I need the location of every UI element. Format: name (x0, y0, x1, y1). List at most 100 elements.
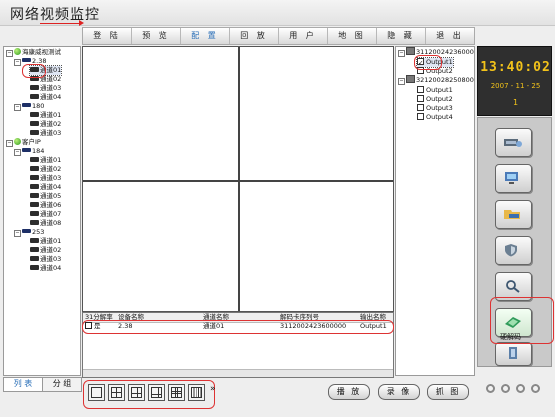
device-manage-button[interactable] (495, 128, 532, 157)
video-grid[interactable] (82, 46, 394, 312)
tree-device-node[interactable]: 184 (22, 147, 44, 156)
tree-channel-node[interactable]: 通道03 (30, 174, 61, 183)
camera-icon (30, 156, 39, 162)
checkbox[interactable] (417, 112, 424, 120)
tree-channel-node[interactable]: 通道04 (30, 93, 61, 102)
layout-16-button[interactable] (188, 384, 205, 401)
drag-arrow (40, 20, 84, 26)
layout-2x2-button[interactable] (108, 384, 125, 401)
tree-channel-node[interactable]: 通道03 (30, 129, 61, 138)
security-settings-button[interactable] (495, 236, 532, 265)
checkbox[interactable] (417, 103, 424, 111)
tab-group[interactable]: 分 组 (42, 377, 82, 392)
collapse-toggle[interactable]: − (14, 59, 21, 66)
camera-icon (30, 201, 39, 207)
menu-hide[interactable]: 隐 藏 (377, 28, 426, 44)
camera-icon (30, 111, 39, 117)
tree-tabs: 列 表 分 组 (3, 377, 82, 392)
more-layouts-button[interactable]: » (210, 384, 216, 394)
globe-icon (14, 137, 21, 145)
tab-list[interactable]: 列 表 (3, 377, 43, 392)
monitor-icon (505, 172, 518, 184)
tree-channel-node[interactable]: 通道02 (30, 246, 61, 255)
clock-time: 13:40:02 (480, 60, 551, 75)
tree-channel-node[interactable]: 通道04 (30, 264, 61, 273)
camera-icon (30, 84, 39, 90)
output-node[interactable]: Output4 (417, 112, 453, 122)
collapse-toggle[interactable]: − (398, 50, 405, 57)
tree-device-node[interactable]: 180 (22, 102, 44, 111)
collapse-toggle[interactable]: − (6, 50, 13, 57)
tree-channel-node[interactable]: 通道01 (30, 156, 61, 165)
tree-channel-node[interactable]: 通道03 (30, 84, 61, 93)
folder-icon (504, 210, 520, 219)
exit-door-button[interactable] (495, 342, 532, 366)
tree-root-node[interactable]: 海康威视测试 (14, 47, 61, 57)
camera-icon (30, 165, 39, 171)
tree-channel-node[interactable]: 通道05 (30, 192, 61, 201)
collapse-toggle[interactable]: − (14, 230, 21, 237)
camera-icon (30, 93, 39, 99)
grid-divider (238, 47, 240, 311)
menu-map[interactable]: 地 图 (328, 28, 377, 44)
layout-8-button[interactable] (148, 384, 165, 401)
display-settings-button[interactable] (495, 164, 532, 193)
device-tree: − 海康威视测试 − 2.38 通道01 通道02 通道03 通道04 − 18… (3, 46, 81, 376)
menu-exit[interactable]: 退 出 (426, 28, 474, 44)
menu-login[interactable]: 登 陆 (83, 28, 132, 44)
collapse-toggle[interactable]: − (14, 149, 21, 156)
tree-channel-node[interactable]: 通道03 (30, 255, 61, 264)
horizontal-scrollbar[interactable] (83, 369, 393, 377)
highlight-outline (82, 320, 394, 334)
circle-button-4[interactable] (531, 384, 540, 393)
grid-divider (83, 180, 393, 182)
checkbox[interactable] (417, 94, 424, 102)
tree-channel-node[interactable]: 通道01 (30, 237, 61, 246)
tree-channel-node[interactable]: 通道06 (30, 201, 61, 210)
camera-icon (30, 174, 39, 180)
app-title: 网络视频监控 (10, 7, 100, 23)
circle-button-3[interactable] (516, 384, 525, 393)
menu-preview[interactable]: 预 览 (132, 28, 181, 44)
highlight-outline (414, 55, 442, 70)
tree-root-node[interactable]: 客户IP (14, 137, 41, 147)
camera-icon (30, 264, 39, 270)
clock-number: 1 (512, 98, 519, 107)
collapse-toggle[interactable]: − (398, 78, 405, 85)
menu-playback[interactable]: 回 放 (230, 28, 279, 44)
tree-channel-node[interactable]: 通道01 (30, 111, 61, 120)
tree-channel-node[interactable]: 通道02 (30, 165, 61, 174)
tree-channel-node[interactable]: 通道07 (30, 210, 61, 219)
circle-button-2[interactable] (501, 384, 510, 393)
menu-user[interactable]: 用 户 (279, 28, 328, 44)
clock-date: 2007 - 11 - 25 (490, 82, 541, 90)
collapse-toggle[interactable]: − (14, 104, 21, 111)
capture-button[interactable]: 抓 图 (427, 384, 469, 400)
layout-6-icon (131, 387, 142, 398)
tree-channel-node[interactable]: 通道04 (30, 183, 61, 192)
decoder-card-node[interactable]: 3212002825080000 (406, 75, 474, 85)
layout-6-button[interactable] (128, 384, 145, 401)
tree-channel-node[interactable]: 通道02 (30, 120, 61, 129)
circle-button-1[interactable] (486, 384, 495, 393)
globe-icon (14, 47, 21, 55)
layout-9-button[interactable] (168, 384, 185, 401)
record-button[interactable]: 录 像 (378, 384, 420, 400)
layout-8-icon (151, 387, 162, 398)
tree-device-node[interactable]: 253 (22, 228, 44, 237)
output-tree: − 3112002423600000 ✓Output1 Output2 − 32… (395, 46, 475, 376)
layout-1-icon (91, 387, 102, 398)
decoder-card-icon (406, 75, 415, 83)
checkbox[interactable] (417, 85, 424, 93)
tree-channel-node[interactable]: 通道08 (30, 219, 61, 228)
layout-1x1-button[interactable] (88, 384, 105, 401)
dvr-icon (22, 58, 31, 62)
menu-config[interactable]: 配 置 (181, 28, 230, 44)
play-button[interactable]: 播 放 (328, 384, 370, 400)
storage-settings-button[interactable] (495, 200, 532, 229)
magnifier-icon (506, 280, 520, 293)
camera-icon (30, 246, 39, 252)
collapse-toggle[interactable]: − (6, 140, 13, 147)
camera-icon (30, 237, 39, 243)
camera-icon (30, 192, 39, 198)
